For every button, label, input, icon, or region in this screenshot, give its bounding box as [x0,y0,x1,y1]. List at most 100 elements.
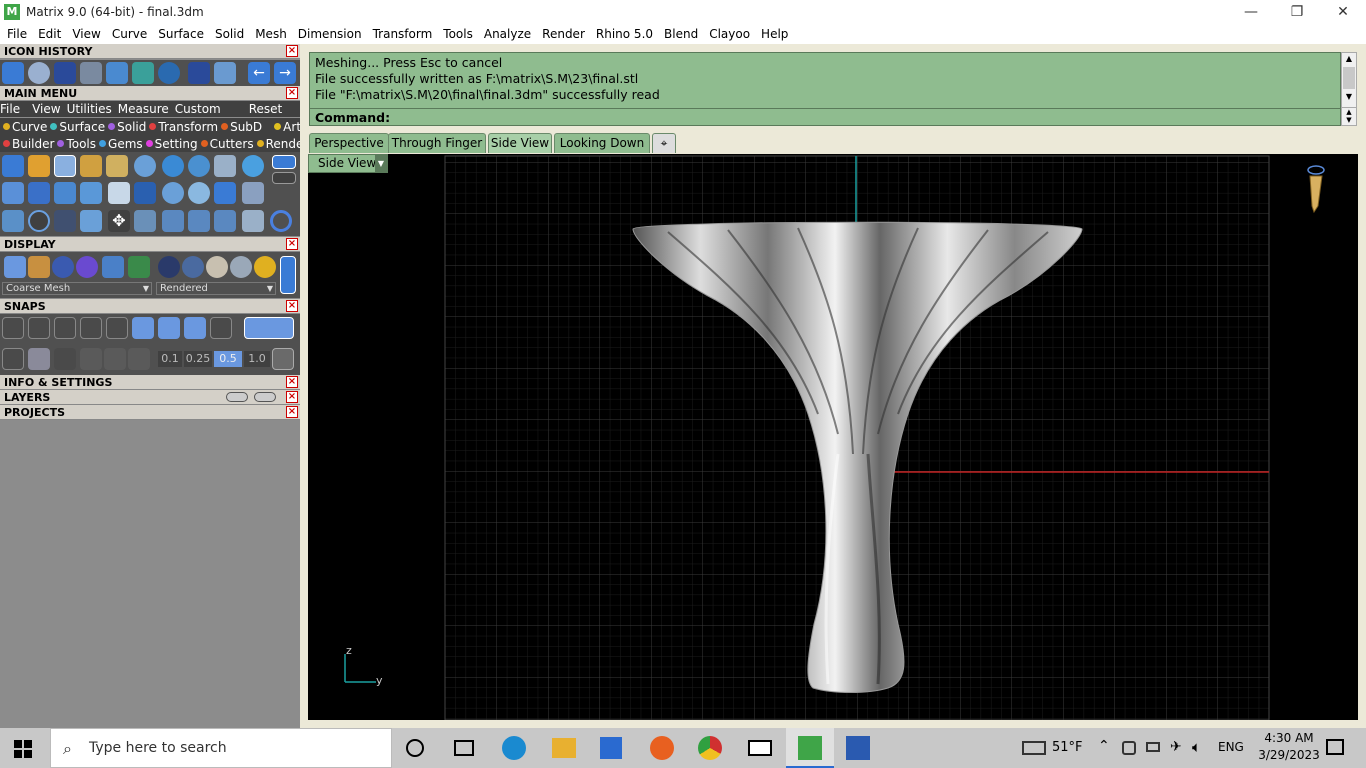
windows-start-icon[interactable] [14,740,32,758]
arc-icon[interactable] [28,210,50,232]
menu-render[interactable]: Render [537,27,591,41]
close-icon[interactable]: × [286,87,298,99]
tray-icon[interactable] [1122,741,1136,755]
command-scrollbar[interactable]: ▲ ▼ ▲ ▼ [1341,52,1357,126]
ghosted-icon[interactable] [28,256,50,278]
menu-view[interactable]: View [67,27,106,41]
cluster-icon[interactable] [80,62,102,84]
menu-file[interactable]: File [2,27,33,41]
close-icon[interactable]: × [286,406,298,418]
display-icon[interactable] [102,256,124,278]
projects-header[interactable]: PROJECTS × [0,405,300,420]
snap-point-icon[interactable] [54,317,76,339]
category-curve[interactable]: Curve [3,120,47,134]
grid-snap-icon[interactable] [2,348,24,370]
tool-icon[interactable] [242,182,264,204]
weather-icon[interactable] [1022,741,1046,755]
arrow-left-icon[interactable]: ← [248,62,270,84]
grid-icon[interactable] [272,348,294,370]
tool-icon[interactable] [80,155,102,177]
main-menu-file[interactable]: File [0,102,20,116]
tool-icon[interactable] [2,210,24,232]
material-icon[interactable] [230,256,252,278]
snap-int-icon[interactable] [132,317,154,339]
chrome-icon[interactable] [698,736,722,760]
cube-icon[interactable] [28,348,50,370]
category-solid[interactable]: Solid [108,120,146,134]
mesh-quality-select[interactable]: Coarse Mesh ▼ [2,282,152,295]
scroll-up-icon[interactable]: ▲ [1342,53,1356,65]
snap-value-2[interactable]: 0.5 [214,351,242,367]
close-icon[interactable]: × [286,376,298,388]
spin-icon[interactable]: ▲ ▼ [1342,107,1356,124]
scissors-icon[interactable] [242,210,264,232]
edge-icon[interactable] [502,736,526,760]
menu-mesh[interactable]: Mesh [250,27,293,41]
menu-tools[interactable]: Tools [438,27,479,41]
tool-icon[interactable] [2,155,24,177]
category-builder[interactable]: Builder [3,137,54,151]
main-menu-measure[interactable]: Measure [118,102,169,116]
pyramid-icon[interactable] [106,62,128,84]
menu-dimension[interactable]: Dimension [293,27,368,41]
menu-edit[interactable]: Edit [33,27,67,41]
display-icon[interactable] [214,62,236,84]
tool-icon[interactable] [162,210,184,232]
minimize-button[interactable]: — [1228,0,1274,24]
category-gems[interactable]: Gems [99,137,143,151]
tool-icon[interactable] [214,155,236,177]
move-icon[interactable]: ✥ [108,210,130,232]
open-file-icon[interactable] [2,62,24,84]
clock-time[interactable]: 4:30 AM [1258,731,1320,745]
main-menu-view[interactable]: View [32,102,60,116]
menu-clayoo[interactable]: Clayoo [704,27,756,41]
snap-mid-icon[interactable] [80,317,102,339]
tool-icon[interactable] [162,155,184,177]
tool-icon[interactable] [188,182,210,204]
main-menu-custom[interactable]: Custom [175,102,221,116]
hatch-icon[interactable] [80,348,102,370]
snap-value-1[interactable]: 0.25 [184,351,212,367]
close-icon[interactable]: × [286,45,298,57]
snap-perp-icon[interactable] [158,317,180,339]
tool-icon[interactable] [108,182,130,204]
snap-toggle-icon[interactable] [244,317,294,339]
shaded-sphere-icon[interactable] [52,256,74,278]
plane-icon[interactable] [104,348,126,370]
tab-through-finger[interactable]: Through Finger [388,133,486,153]
tool-icon[interactable] [28,155,50,177]
tool-icon[interactable] [272,155,296,169]
viewport[interactable]: z y [308,154,1358,721]
snap-tan-icon[interactable] [184,317,206,339]
snap-quad-icon[interactable] [210,317,232,339]
scale-icon[interactable] [134,210,156,232]
arrow-right-icon[interactable]: → [274,62,296,84]
info-settings-header[interactable]: INFO & SETTINGS × [0,375,300,390]
volume-icon[interactable]: 🔈︎ [1192,738,1201,756]
tool-icon[interactable] [54,155,76,177]
tool-icon[interactable] [272,172,296,184]
store-icon[interactable] [600,737,622,759]
chevron-down-icon[interactable]: ▼ [375,155,387,172]
main-menu-header[interactable]: MAIN MENU × [0,86,300,101]
tool-icon[interactable] [134,155,156,177]
category-tools[interactable]: Tools [57,137,96,151]
menu-analyze[interactable]: Analyze [479,27,537,41]
tab-perspective[interactable]: Perspective [309,133,389,153]
language-indicator[interactable]: ENG [1218,740,1244,754]
snap-value-0[interactable]: 0.1 [158,351,182,367]
word-icon[interactable] [846,736,870,760]
globe-icon[interactable] [158,62,180,84]
display-header[interactable]: DISPLAY × [0,237,300,252]
layers-header[interactable]: LAYERS × [0,390,300,405]
material-icon[interactable] [206,256,228,278]
tool-icon[interactable] [80,182,102,204]
mirror-icon[interactable] [214,210,236,232]
tool-icon[interactable] [188,210,210,232]
gold-material-icon[interactable] [254,256,276,278]
ring-view-widget-icon[interactable] [1307,165,1325,214]
scroll-down-icon[interactable]: ▼ [1342,91,1356,103]
taskbar-search[interactable]: ⌕ Type here to search [50,728,392,768]
close-icon[interactable]: × [286,238,298,250]
material-icon[interactable] [158,256,180,278]
